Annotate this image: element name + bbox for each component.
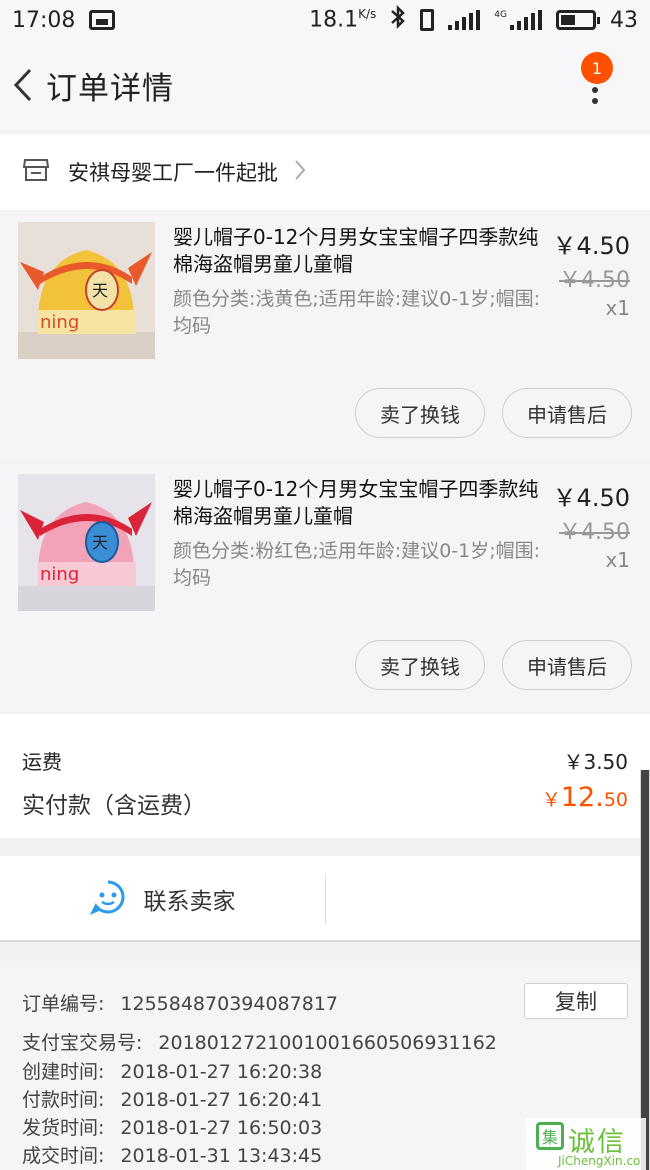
- order-number: 125584870394087817: [120, 993, 338, 1015]
- info-label: 创建时间:: [22, 1061, 105, 1083]
- watermark-logo: 集 诚信 JiChengXin.co: [526, 1118, 646, 1170]
- divider: [0, 940, 640, 942]
- alipay-trade-row: 支付宝交易号: 20180127210010016605069311​62: [22, 1028, 497, 1055]
- notification-badge: 1: [581, 52, 613, 84]
- product-sku: 颜色分类:粉红色;适用年龄:建议0-1岁;帽围:均码: [173, 540, 541, 589]
- paid-decimal: 50: [603, 789, 628, 811]
- watermark-url: JiChengXin.co: [558, 1154, 641, 1168]
- product-quantity: x1: [605, 548, 630, 572]
- sell-button[interactable]: 卖了换钱: [355, 640, 485, 690]
- info-label: 支付宝交易号:: [22, 1032, 143, 1054]
- product-title[interactable]: 婴儿帽子0-12个月男女宝宝帽子四季款纯棉海盗帽男童儿童帽: [173, 224, 545, 278]
- network-speed-value: 18.1: [309, 7, 359, 33]
- gallery-notification-icon: [89, 10, 116, 30]
- order-item[interactable]: 天 ning 婴儿帽子0-12个月男女宝宝帽子四季款纯棉海盗帽男童儿童帽 颜色分…: [0, 212, 650, 460]
- battery-icon: [556, 10, 600, 30]
- signal-4g-icon: 4G: [494, 10, 542, 30]
- chevron-right-icon: [294, 159, 306, 185]
- product-price: ￥4.50: [552, 232, 630, 260]
- contact-seller-button[interactable]: 联系卖家: [0, 856, 325, 942]
- network-speed: 18.1K/s: [309, 7, 376, 32]
- network-type: 4G: [494, 10, 507, 20]
- back-arrow-icon[interactable]: [8, 65, 38, 105]
- payment-summary: 运费 ￥3.50 实付款（含运费） ￥12.50: [0, 714, 650, 838]
- product-title[interactable]: 婴儿帽子0-12个月男女宝宝帽子四季款纯棉海盗帽男童儿童帽: [173, 476, 545, 530]
- shop-icon: [22, 157, 50, 187]
- order-number-row: 订单编号: 125584870394087817: [22, 989, 338, 1016]
- after-sale-button[interactable]: 申请售后: [502, 640, 632, 690]
- signal-icon: [448, 10, 481, 30]
- network-speed-unit: K/s: [358, 7, 377, 22]
- svg-text:天: 天: [92, 533, 108, 552]
- product-sku: 颜色分类:浅黄色;适用年龄:建议0-1岁;帽围:均码: [173, 288, 541, 337]
- alipay-trade-number: 20180127210010016605069311​62: [158, 1032, 497, 1054]
- product-image-text: ning: [40, 564, 79, 585]
- shop-name: 安祺母婴工厂一件起批: [68, 161, 278, 185]
- info-label: 订单编号:: [22, 993, 105, 1015]
- paid-currency: ￥: [541, 789, 561, 811]
- bluetooth-icon: [390, 4, 406, 35]
- info-label: 成交时间:: [22, 1145, 105, 1167]
- product-original-price: ￥4.50: [559, 268, 630, 293]
- created-time: 2018-01-27 16:20:38: [120, 1061, 323, 1083]
- contact-seller-label: 联系卖家: [143, 889, 236, 915]
- product-quantity: x1: [605, 296, 630, 320]
- order-item[interactable]: 天 ning 婴儿帽子0-12个月男女宝宝帽子四季款纯棉海盗帽男童儿童帽 颜色分…: [0, 464, 650, 712]
- page-title: 订单详情: [46, 70, 174, 107]
- paid-time-row: 付款时间: 2018-01-27 16:20:41: [22, 1085, 322, 1112]
- svg-text:天: 天: [92, 281, 108, 300]
- contact-section: 联系卖家: [0, 856, 650, 942]
- nav-bar: 订单详情 1: [0, 40, 650, 130]
- info-label: 发货时间:: [22, 1117, 105, 1139]
- copy-button[interactable]: 复制: [524, 983, 628, 1019]
- paid-label: 实付款（含运费）: [22, 793, 206, 819]
- completed-time: 2018-01-31 13:43:45: [120, 1145, 323, 1167]
- product-image[interactable]: 天 ning: [18, 222, 155, 359]
- shipping-value: ￥3.50: [563, 750, 628, 774]
- vibrate-icon: [420, 9, 435, 31]
- paid-time: 2018-01-27 16:20:41: [120, 1089, 323, 1111]
- completed-time-row: 成交时间: 2018-01-31 13:43:45: [22, 1141, 322, 1168]
- product-original-price: ￥4.50: [559, 520, 630, 545]
- paid-integer: 12.: [560, 782, 604, 813]
- created-time-row: 创建时间: 2018-01-27 16:20:38: [22, 1057, 322, 1084]
- product-price: ￥4.50: [552, 484, 630, 512]
- product-image[interactable]: 天 ning: [18, 474, 155, 611]
- divider: [325, 874, 326, 924]
- battery-level: 43: [610, 7, 638, 33]
- sell-button[interactable]: 卖了换钱: [355, 388, 485, 438]
- chat-bubble-icon: [89, 879, 126, 919]
- watermark-icon: 集: [536, 1122, 564, 1150]
- shipped-time: 2018-01-27 16:50:03: [120, 1117, 323, 1139]
- scrollbar-thumb[interactable]: [641, 770, 649, 1170]
- shipping-label: 运费: [22, 750, 62, 774]
- info-label: 付款时间:: [22, 1089, 105, 1111]
- shipped-time-row: 发货时间: 2018-01-27 16:50:03: [22, 1113, 322, 1140]
- status-time: 17:08: [12, 7, 76, 33]
- after-sale-button[interactable]: 申请售后: [502, 388, 632, 438]
- paid-value: ￥12.50: [542, 782, 628, 813]
- status-bar: 17:08 18.1K/s 4G 43: [0, 0, 650, 40]
- product-image-text: ning: [40, 312, 79, 333]
- shop-row[interactable]: 安祺母婴工厂一件起批: [0, 134, 650, 210]
- more-menu-button[interactable]: 1: [580, 52, 620, 104]
